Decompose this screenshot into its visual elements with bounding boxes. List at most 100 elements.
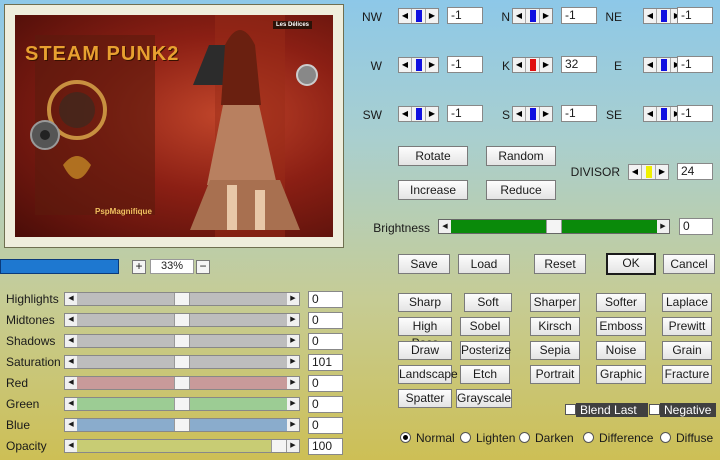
arrow-right-icon[interactable]: ▶ [425,58,438,72]
highlights-slider-thumb[interactable] [174,293,190,305]
kernel-nw-slider[interactable]: ◀ ▶ [398,8,439,24]
kernel-k-slider-thumb[interactable] [530,59,536,71]
red-slider-thumb[interactable] [174,377,190,389]
opacity-slider[interactable]: ◀ ▶ [64,439,300,453]
preset-sharper-button[interactable]: Sharper [530,293,580,312]
blend-darken-radio[interactable] [519,432,530,443]
arrow-right-icon[interactable]: ▶ [425,9,438,23]
arrow-right-icon[interactable]: ▶ [287,356,299,368]
blend-diffuse-radio[interactable] [660,432,671,443]
arrow-right-icon[interactable]: ▶ [287,440,299,452]
kernel-s-field[interactable]: -1 [561,105,597,122]
blue-slider-thumb[interactable] [174,419,190,431]
blend-normal-radio[interactable] [400,432,411,443]
arrow-left-icon[interactable]: ◀ [65,440,77,452]
opacity-field[interactable]: 100 [308,438,343,455]
shadows-slider-thumb[interactable] [174,335,190,347]
blend-last-checkbox[interactable] [565,404,576,415]
arrow-right-icon[interactable]: ▶ [287,314,299,326]
reduce-button[interactable]: Reduce [486,180,556,200]
rotate-button[interactable]: Rotate [398,146,468,166]
shadows-field[interactable]: 0 [308,333,343,350]
green-slider[interactable]: ◀ ▶ [64,397,300,411]
preset-landscape-button[interactable]: Landscape [398,365,458,384]
cancel-button[interactable]: Cancel [663,254,715,274]
midtones-slider-thumb[interactable] [174,314,190,326]
preset-draw-button[interactable]: Draw [398,341,452,360]
preset-high-pass-button[interactable]: High Pass [398,317,452,350]
brightness-slider-thumb[interactable] [546,220,562,233]
saturation-slider[interactable]: ◀ ▶ [64,355,300,369]
divisor-slider-thumb[interactable] [646,166,652,178]
arrow-right-icon[interactable]: ▶ [287,398,299,410]
kernel-n-slider-thumb[interactable] [530,10,536,22]
arrow-left-icon[interactable]: ◀ [399,107,412,121]
divisor-slider[interactable]: ◀ ▶ [628,164,669,180]
ok-button[interactable]: OK [606,253,656,275]
load-button[interactable]: Load [458,254,510,274]
midtones-slider[interactable]: ◀ ▶ [64,313,300,327]
arrow-left-icon[interactable]: ◀ [65,398,77,410]
blue-slider[interactable]: ◀ ▶ [64,418,300,432]
arrow-right-icon[interactable]: ▶ [287,335,299,347]
kernel-s-slider-thumb[interactable] [530,108,536,120]
zoom-out-button[interactable]: − [196,260,210,274]
preset-soft-button[interactable]: Soft [464,293,512,312]
red-field[interactable]: 0 [308,375,343,392]
arrow-left-icon[interactable]: ◀ [399,58,412,72]
preset-laplace-button[interactable]: Laplace [662,293,712,312]
preset-posterize-button[interactable]: Posterize [460,341,511,360]
kernel-k-field[interactable]: 32 [561,56,597,73]
arrow-left-icon[interactable]: ◀ [399,9,412,23]
preset-sharp-button[interactable]: Sharp [398,293,452,312]
arrow-left-icon[interactable]: ◀ [513,107,526,121]
kernel-sw-slider-thumb[interactable] [416,108,422,120]
arrow-left-icon[interactable]: ◀ [65,419,77,431]
arrow-left-icon[interactable]: ◀ [644,58,657,72]
preset-grain-button[interactable]: Grain [662,341,712,360]
midtones-field[interactable]: 0 [308,312,343,329]
preset-spatter-button[interactable]: Spatter [398,389,452,408]
preset-emboss-button[interactable]: Emboss [596,317,646,336]
preset-noise-button[interactable]: Noise [596,341,646,360]
kernel-e-slider-thumb[interactable] [661,59,667,71]
arrow-left-icon[interactable]: ◀ [644,107,657,121]
brightness-field[interactable]: 0 [679,218,713,235]
random-button[interactable]: Random [486,146,556,166]
arrow-left-icon[interactable]: ◀ [629,165,642,179]
green-slider-thumb[interactable] [174,398,190,410]
kernel-w-slider[interactable]: ◀ ▶ [398,57,439,73]
kernel-se-slider-thumb[interactable] [661,108,667,120]
preset-fracture-button[interactable]: Fracture [662,365,712,384]
preset-sobel-button[interactable]: Sobel [460,317,510,336]
highlights-slider[interactable]: ◀ ▶ [64,292,300,306]
kernel-w-field[interactable]: -1 [447,56,483,73]
arrow-right-icon[interactable]: ▶ [539,58,552,72]
preset-softer-button[interactable]: Softer [596,293,646,312]
kernel-ne-field[interactable]: -1 [677,7,713,24]
arrow-right-icon[interactable]: ▶ [287,419,299,431]
arrow-left-icon[interactable]: ◀ [65,335,77,347]
arrow-right-icon[interactable]: ▶ [657,220,669,233]
shadows-slider[interactable]: ◀ ▶ [64,334,300,348]
arrow-left-icon[interactable]: ◀ [439,220,451,233]
arrow-left-icon[interactable]: ◀ [65,314,77,326]
preset-kirsch-button[interactable]: Kirsch [530,317,580,336]
arrow-left-icon[interactable]: ◀ [65,356,77,368]
arrow-right-icon[interactable]: ▶ [425,107,438,121]
kernel-e-field[interactable]: -1 [677,56,713,73]
saturation-field[interactable]: 101 [308,354,343,371]
preset-portrait-button[interactable]: Portrait [530,365,580,384]
arrow-left-icon[interactable]: ◀ [65,293,77,305]
kernel-n-field[interactable]: -1 [561,7,597,24]
highlights-field[interactable]: 0 [308,291,343,308]
kernel-sw-field[interactable]: -1 [447,105,483,122]
kernel-k-slider[interactable]: ◀ ▶ [512,57,553,73]
arrow-right-icon[interactable]: ▶ [287,293,299,305]
blend-difference-radio[interactable] [583,432,594,443]
kernel-se-field[interactable]: -1 [677,105,713,122]
kernel-ne-slider-thumb[interactable] [661,10,667,22]
kernel-s-slider[interactable]: ◀ ▶ [512,106,553,122]
opacity-slider-thumb[interactable] [271,440,287,452]
kernel-n-slider[interactable]: ◀ ▶ [512,8,553,24]
